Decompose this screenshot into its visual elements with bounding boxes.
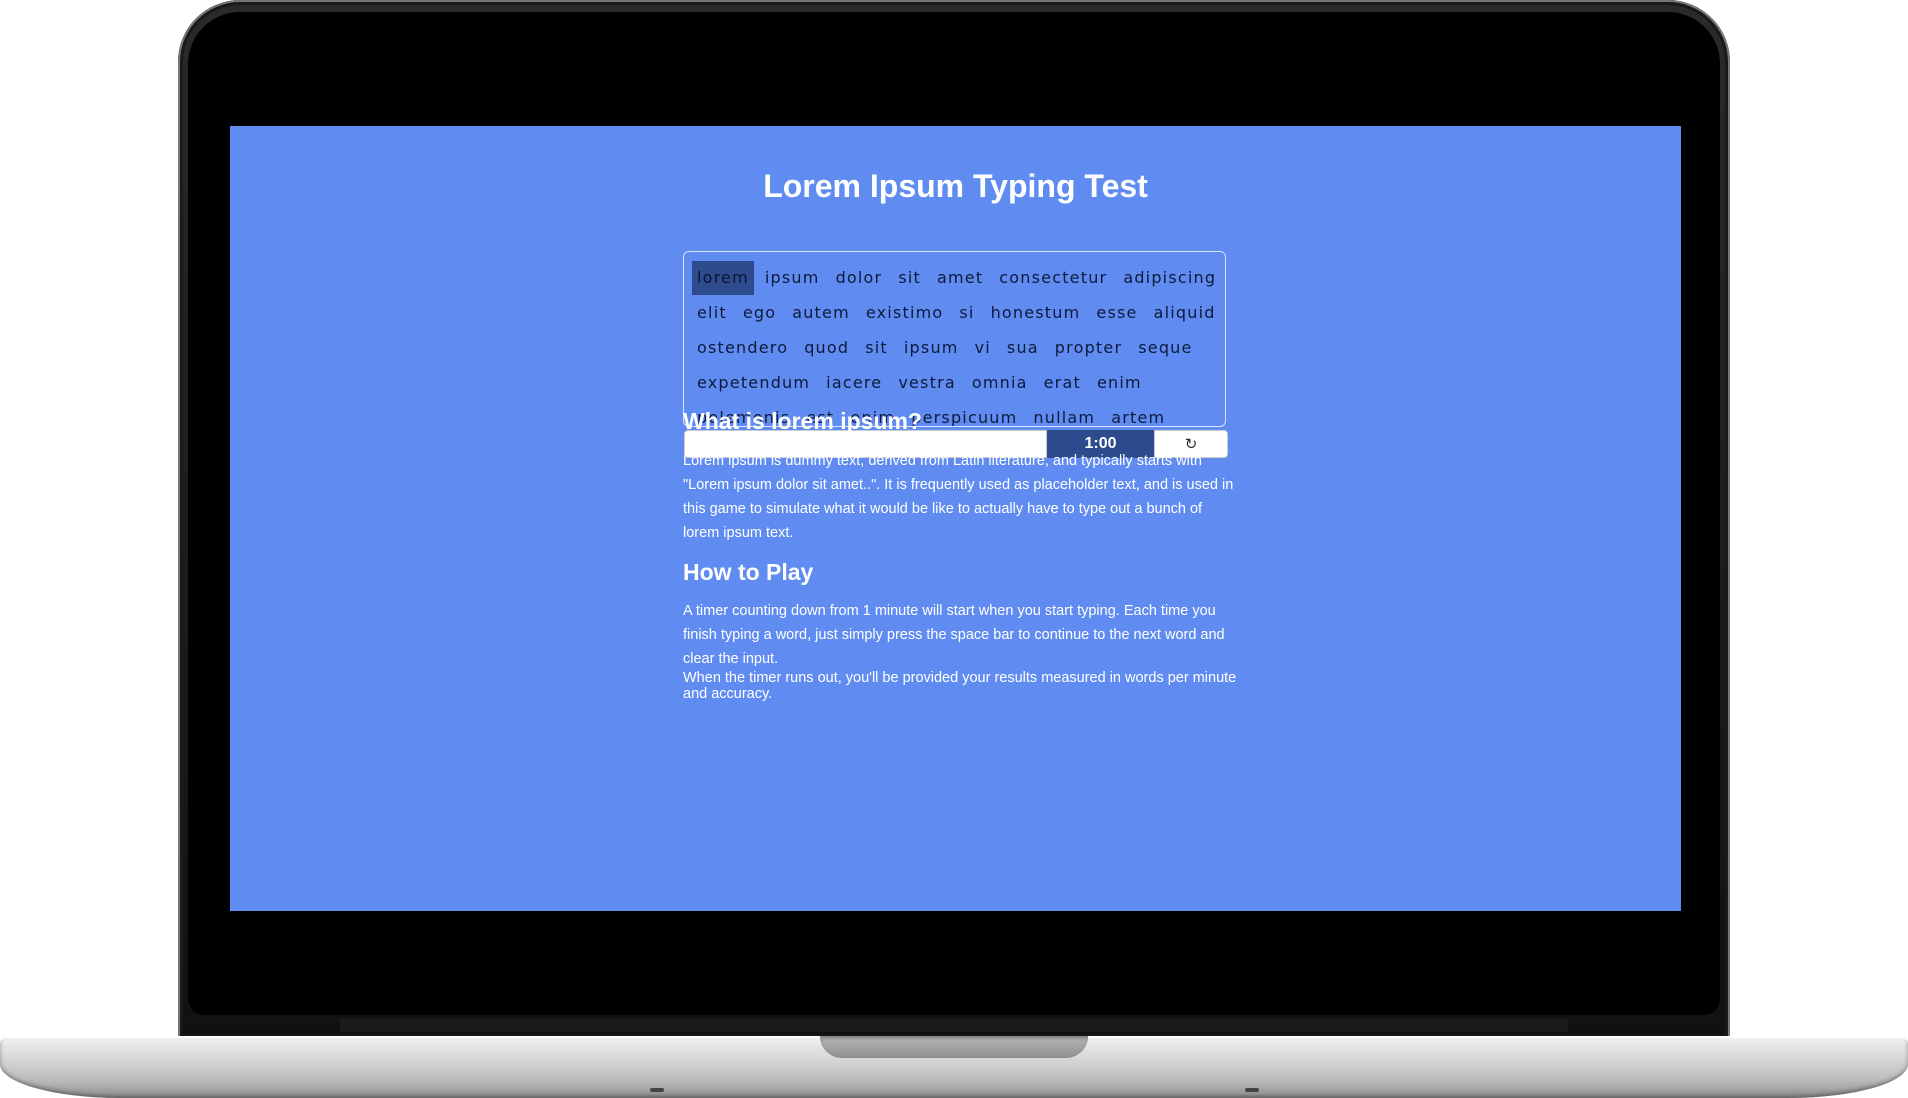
word-line: elit ego autem existimo si honestum esse aliqui… <box>692 295 1225 330</box>
laptop-mockup: Lorem Ipsum Typing Test lorem ipsum dolor s… <box>0 0 1908 1098</box>
word: honestum <box>990 302 1081 322</box>
word: nullam <box>1033 407 1096 427</box>
laptop-notch <box>820 1036 1088 1058</box>
word: vestra <box>898 372 956 392</box>
word: perspicuum <box>911 407 1018 427</box>
word: quod <box>804 337 850 357</box>
word: ostendero <box>697 337 789 357</box>
laptop-foot-left <box>650 1088 664 1092</box>
word: ipsum <box>903 337 959 357</box>
word: si <box>959 302 975 322</box>
word: autem <box>792 302 850 322</box>
word: ego <box>742 302 777 322</box>
word: sua <box>1006 337 1039 357</box>
laptop-bezel-strip <box>340 1018 1568 1032</box>
word: existimo <box>865 302 944 322</box>
word-line: expetendum iacere vestra omnia erat enim <box>692 365 1225 400</box>
how-to-play-text: A timer counting down from 1 minute will… <box>683 603 1225 667</box>
word: omnia <box>971 372 1028 392</box>
word: aliquid <box>1153 302 1216 322</box>
word: consectetur <box>999 267 1108 287</box>
about-heading: What is lorem ipsum? <box>683 408 922 434</box>
word: esse <box>1096 302 1138 322</box>
word: artem <box>1111 407 1166 427</box>
word-line: ostendero quod sit ipsum vi sua propter seque <box>692 330 1225 365</box>
results-info-text: When the timer runs out, you'll be provi… <box>683 670 1237 702</box>
about-text: Lorem ipsum is dummy text, derived from … <box>683 453 1234 541</box>
word: vi <box>974 337 991 357</box>
word: sit <box>898 267 921 287</box>
word: enim <box>1096 372 1142 392</box>
laptop-foot-right <box>1245 1088 1259 1092</box>
word: propter <box>1054 337 1123 357</box>
word: sit <box>865 337 888 357</box>
word-line: lorem ipsum dolor sit amet consectetur adipisc… <box>692 260 1225 295</box>
word: adipiscing <box>1123 267 1217 287</box>
word: amet <box>936 267 984 287</box>
word: iacere <box>826 372 883 392</box>
word: elit <box>697 302 727 322</box>
word: seque <box>1138 337 1193 357</box>
word: ipsum <box>764 267 820 287</box>
app-screen: Lorem Ipsum Typing Test lorem ipsum dolor s… <box>230 126 1681 911</box>
word-display: lorem ipsum dolor sit amet consectetur adipisc… <box>683 251 1226 427</box>
page-title: Lorem Ipsum Typing Test <box>763 168 1148 204</box>
how-to-play-heading: How to Play <box>683 559 814 585</box>
word: expetendum <box>697 372 811 392</box>
current-word: lorem <box>692 260 754 295</box>
word: dolor <box>835 267 883 287</box>
word: erat <box>1043 372 1081 392</box>
